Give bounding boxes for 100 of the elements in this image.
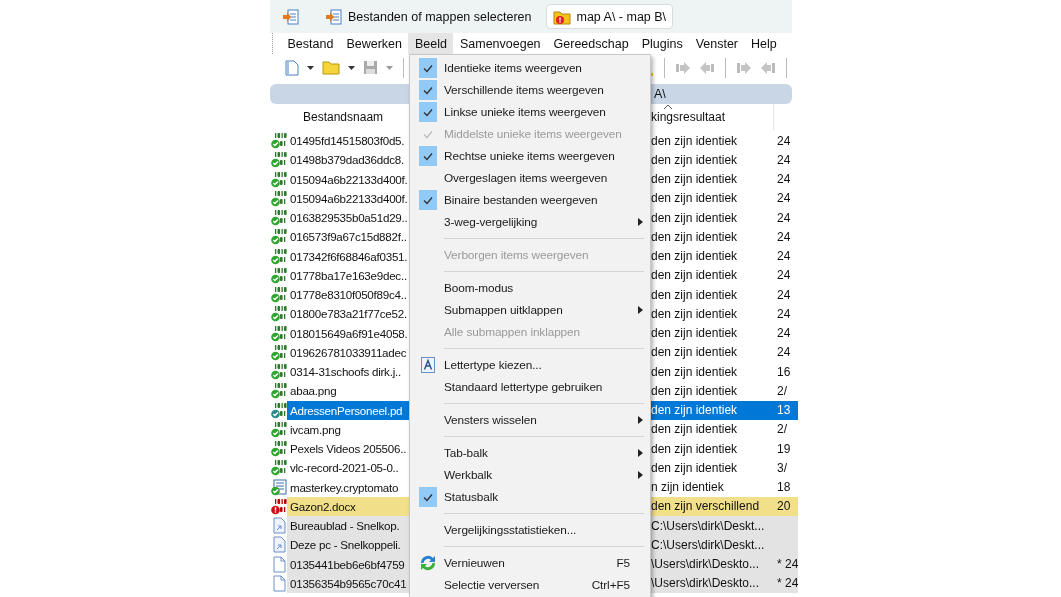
comparison-result-cell-text: den zijn identiek xyxy=(650,151,739,169)
date-cell-text: 24 xyxy=(776,190,792,208)
date-cell-text: 24 xyxy=(776,171,792,189)
menu-option[interactable]: Werkbalk xyxy=(410,464,650,486)
menu-item[interactable]: Plugins xyxy=(635,33,690,54)
date-cell-text: 24 xyxy=(776,325,792,343)
shortcut-file-icon xyxy=(271,517,286,535)
menu-option[interactable]: Linkse unieke items weergeven xyxy=(410,101,650,123)
shortcut-file-icon xyxy=(271,536,286,554)
tab[interactable]: map A\ - map B\ xyxy=(546,4,674,29)
file-name-cell[interactable]: AdressenPersoneel.pd xyxy=(287,400,410,420)
menu-option[interactable]: Overgeslagen items weergeven xyxy=(410,167,650,189)
menu-option[interactable]: Statusbalk xyxy=(410,486,650,508)
file-name-cell[interactable]: 017342f6f68846af0351. xyxy=(287,246,410,266)
compare-files-icon xyxy=(325,7,343,26)
date-cell-text: 2/ xyxy=(776,382,788,400)
font-icon xyxy=(421,357,435,373)
comparison-result-cell-text: den zijn identiek xyxy=(650,459,739,477)
menu-item[interactable]: Bestand xyxy=(281,33,340,54)
menu-option[interactable]: Vernieuwen F5 xyxy=(410,552,650,574)
menu-option[interactable]: Identieke items weergeven xyxy=(410,57,650,79)
file-name-cell[interactable]: 01778ba17e163e9dec.. xyxy=(287,265,410,285)
date-cell-text: 16 xyxy=(776,363,792,381)
comparison-result-cell-text: den zijn identiek xyxy=(650,286,739,304)
comparison-result-cell-text: den zijn identiek xyxy=(650,363,739,381)
file-name-cell[interactable]: 01778e8310f050f89c4.. xyxy=(287,285,410,305)
comparison-result-cell-text: den zijn identiek xyxy=(650,325,739,343)
file-name-cell[interactable]: vlc-record-2021-05-0.. xyxy=(287,458,410,478)
date-cell-text: 24 xyxy=(776,132,792,150)
column-header[interactable]: Bestandsnaam xyxy=(270,104,410,130)
file-name-cell[interactable]: ivcam.png xyxy=(287,419,410,439)
menu-option[interactable]: Selectie verversen Ctrl+F5 xyxy=(410,574,650,596)
comparison-result-cell-text: den zijn identiek xyxy=(650,248,739,266)
menu-option[interactable]: Submappen uitklappen xyxy=(410,299,650,321)
comparison-result-cell-text: den zijn identiek xyxy=(650,382,739,400)
file-name-cell[interactable]: Bureaublad - Snelkop. xyxy=(287,516,410,536)
comparison-result-cell-text: den zijn identiek xyxy=(650,132,739,150)
comparison-result-cell-text: den zijn identiek xyxy=(650,209,739,227)
file-name-cell[interactable]: 01495fd14515803f0d5. xyxy=(287,131,410,151)
date-cell-text: 24 xyxy=(776,248,792,266)
file-name-cell[interactable]: 015094a6b22133d400f. xyxy=(287,188,410,208)
file-name-cell[interactable]: 01800e783a21f77ce52. xyxy=(287,304,410,324)
file-name-cell[interactable]: 018015649a6f91e4058. xyxy=(287,323,410,343)
comparison-result-cell-text: den zijn identiek xyxy=(650,421,739,439)
caret-icon[interactable] xyxy=(345,63,358,72)
comparison-result-cell-text: den zijn identiek xyxy=(650,267,739,285)
file-name-cell[interactable]: 016573f9a67c15d882f.. xyxy=(287,227,410,247)
menu-item[interactable]: Help xyxy=(744,33,784,54)
file-name-cell[interactable]: 015094a6b22133d400f. xyxy=(287,169,410,189)
menu-option[interactable]: 3-weg-vergelijking xyxy=(410,211,650,233)
menu-option[interactable]: Standaard lettertype gebruiken xyxy=(410,376,650,398)
caret-icon[interactable] xyxy=(304,63,317,72)
menu-item[interactable]: Bewerken xyxy=(339,33,409,54)
file-name-cell[interactable]: abaa.png xyxy=(287,381,410,401)
date-cell-text: 2/ xyxy=(776,421,788,439)
file-name-cell[interactable]: Gazon2.docx xyxy=(287,496,410,516)
menu-option[interactable]: Vensters wisselen xyxy=(410,409,650,431)
comparison-result-cell-text: den zijn identiek xyxy=(650,440,739,458)
file-name-cell[interactable]: 01498b379dad36ddc8. xyxy=(287,150,410,170)
comparison-result-cell-text: den zijn identiek xyxy=(650,190,739,208)
date-cell-text: 24 xyxy=(776,151,792,169)
comparison-result-cell-text: den zijn identiek xyxy=(650,228,739,246)
menu-item[interactable]: Samenvoegen xyxy=(453,33,548,54)
comparison-result-cell: C:\Users\dirk\Deskt... xyxy=(650,516,774,536)
date-cell-text: 3/ xyxy=(776,459,788,477)
date-cell: * 24 xyxy=(774,573,798,593)
date-cell-text: 18 xyxy=(776,479,792,497)
file-name-cell[interactable]: 0163829535b0a51d29.. xyxy=(287,208,410,228)
menu-item[interactable]: Beeld xyxy=(408,33,454,54)
date-cell: 20 xyxy=(774,496,798,516)
file-name-cell[interactable]: masterkey.cryptomato xyxy=(287,477,410,497)
comparison-result-cell: den zijn verschillend xyxy=(650,496,774,516)
date-cell-text: 24 xyxy=(776,305,792,323)
menu-item[interactable]: Venster xyxy=(689,33,745,54)
tab[interactable]: Bestanden of mappen selecteren xyxy=(318,4,539,29)
menu-option[interactable]: Vergelijkingsstatistieken... xyxy=(410,519,650,541)
date-cell: 13 xyxy=(774,400,798,420)
file-name-cell[interactable]: 0314-31schoofs dirk.j.. xyxy=(287,362,410,382)
comparison-result-cell-text: n zijn identiek xyxy=(650,479,725,497)
file-name-cell[interactable]: 019626781033911adec xyxy=(287,342,410,362)
menu-option[interactable]: Tab-balk xyxy=(410,442,650,464)
date-cell-text: 24 xyxy=(776,209,792,227)
date-cell: * 24 xyxy=(774,554,798,574)
menu-item[interactable]: Gereedschap xyxy=(547,33,636,54)
file-name-cell[interactable]: Pexels Videos 205506.. xyxy=(287,439,410,459)
comparison-result-cell: C:\Users\dirk\Deskt... xyxy=(650,535,774,555)
comparison-result-cell-text: den zijn identiek xyxy=(650,344,739,362)
comparison-result-cell: den zijn identiek xyxy=(650,400,774,420)
menu-option[interactable]: Rechtse unieke items weergeven xyxy=(410,145,650,167)
date-cell-text: 24 xyxy=(776,267,792,285)
menu-option[interactable]: Boom-modus xyxy=(410,277,650,299)
date-cell-text: 24 xyxy=(776,228,792,246)
date-cell-text: 19 xyxy=(776,440,792,458)
file-name-cell[interactable]: Deze pc - Snelkoppeli. xyxy=(287,535,410,555)
date-cell-text: 24 xyxy=(776,286,792,304)
refresh-icon xyxy=(419,554,437,572)
menu-option[interactable]: Lettertype kiezen... xyxy=(410,354,650,376)
comparison-result-cell-text: den zijn identiek xyxy=(650,171,739,189)
menu-option[interactable]: Binaire bestanden weergeven xyxy=(410,189,650,211)
date-cell-text: 24 xyxy=(776,344,792,362)
